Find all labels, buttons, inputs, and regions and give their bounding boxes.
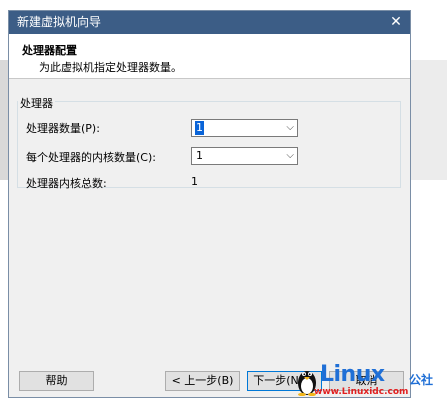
wizard-content: 处理器 处理器数量(P): 1 ⌵ 每个处理器的内核数量(C): 1 ⌵ 处理器… xyxy=(9,79,410,369)
wizard-dialog: 新建虚拟机向导 ✕ 处理器配置 为此虚拟机指定处理器数量。 处理器 处理器数量(… xyxy=(8,10,411,398)
linuxidc-watermark: Linux 公社 www.Linuxidc.com xyxy=(296,362,447,400)
total-cores-value: 1 xyxy=(191,175,198,188)
cores-per-processor-value: 1 xyxy=(196,149,203,162)
watermark-cn-text: 公社 xyxy=(409,373,434,387)
processor-count-value: 1 xyxy=(195,121,204,135)
processor-group-label: 处理器 xyxy=(18,95,55,111)
chevron-down-icon[interactable]: ⌵ xyxy=(286,148,294,164)
chevron-down-icon[interactable]: ⌵ xyxy=(286,120,294,136)
processor-count-label: 处理器数量(P): xyxy=(26,122,100,135)
total-cores-label: 处理器内核总数: xyxy=(26,177,107,190)
back-button[interactable]: < 上一步(B) xyxy=(165,371,240,391)
page-title: 处理器配置 xyxy=(22,44,77,57)
processor-count-select[interactable]: 1 ⌵ xyxy=(191,119,298,137)
background-window-right xyxy=(411,60,447,180)
cores-per-processor-label: 每个处理器的内核数量(C): xyxy=(26,151,156,164)
wizard-header: 处理器配置 为此虚拟机指定处理器数量。 xyxy=(9,34,410,79)
close-icon[interactable]: ✕ xyxy=(386,13,406,31)
cores-per-processor-select[interactable]: 1 ⌵ xyxy=(191,147,298,165)
watermark-logo-text: Linux xyxy=(320,362,385,387)
window-title: 新建虚拟机向导 xyxy=(17,15,102,29)
help-button[interactable]: 帮助 xyxy=(19,371,94,391)
title-bar[interactable]: 新建虚拟机向导 ✕ xyxy=(9,11,410,34)
watermark-url: www.Linuxidc.com xyxy=(314,387,409,397)
page-subtitle: 为此虚拟机指定处理器数量。 xyxy=(39,61,182,74)
